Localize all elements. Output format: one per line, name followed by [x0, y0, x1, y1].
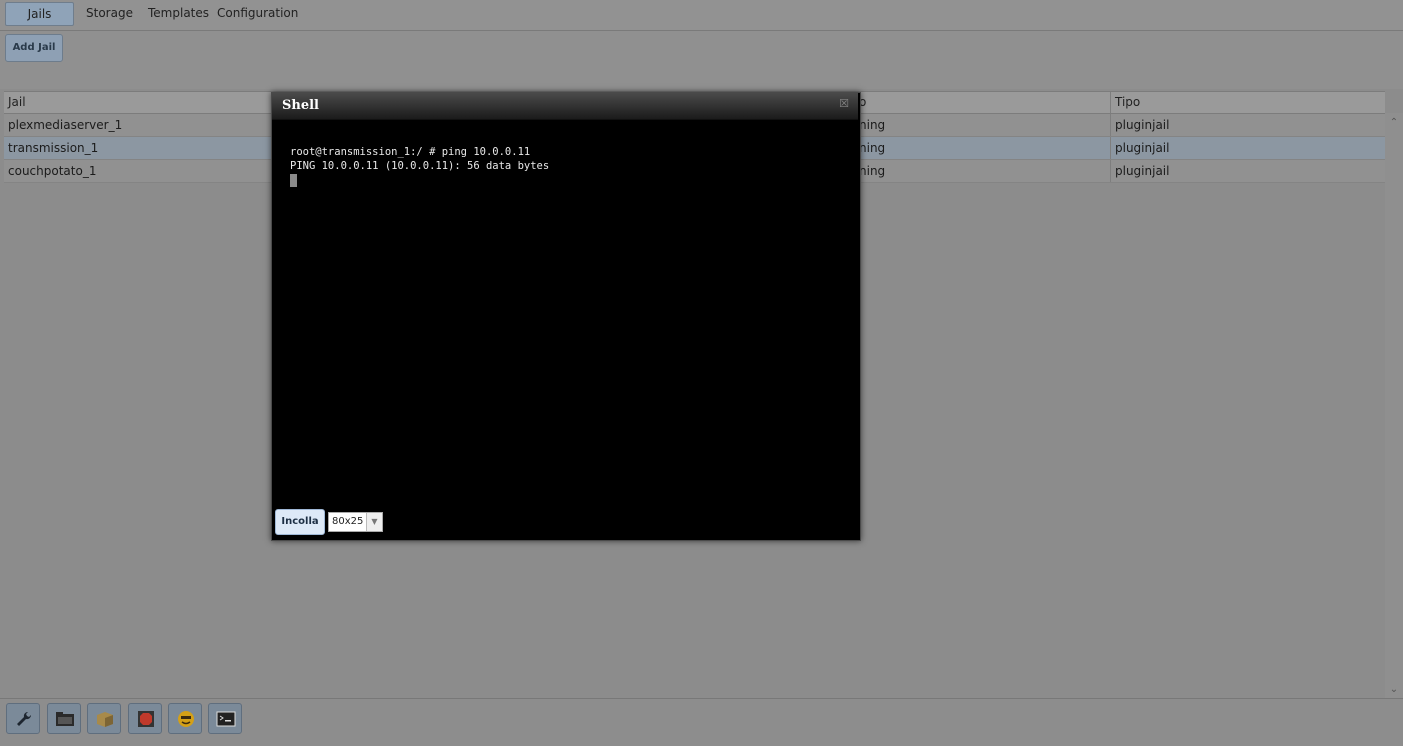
package-icon[interactable] [87, 703, 121, 734]
tab-configuration[interactable]: Configuration [217, 2, 298, 24]
type-cell: pluginjail [1110, 114, 1385, 136]
terminal-line: root@transmission_1:/ # ping 10.0.0.11 [290, 146, 531, 158]
terminal-size-value: 80x25 [332, 516, 364, 527]
terminal-cursor-line [290, 173, 840, 187]
status-cell: ning [854, 114, 1110, 136]
status-cell: ning [854, 137, 1110, 159]
face-icon[interactable] [168, 703, 202, 734]
shell-dialog-title: Shell [282, 98, 319, 113]
scroll-up-icon[interactable]: ⌃ [1388, 117, 1400, 129]
wrench-icon[interactable] [6, 703, 40, 734]
jails-toolbar: Add Jail [0, 31, 1403, 89]
grid-scrollbar[interactable]: ⌃ ⌄ [1385, 113, 1403, 698]
terminal-size-select[interactable]: 80x25 ▼ [328, 512, 383, 532]
jail-actions-bar [0, 698, 1403, 746]
shell-dialog-titlebar[interactable]: Shell ☒ [272, 93, 858, 120]
chevron-down-icon[interactable]: ▼ [366, 513, 382, 531]
status-cell: ning [854, 160, 1110, 182]
cursor [290, 173, 297, 187]
column-header-jail[interactable]: Jail [4, 92, 272, 113]
terminal-output[interactable]: root@transmission_1:/ # ping 10.0.0.11 PI… [290, 145, 840, 187]
type-cell: pluginjail [1110, 137, 1385, 159]
paste-button[interactable]: Incolla [275, 509, 325, 535]
folder-icon[interactable] [47, 703, 81, 734]
close-icon[interactable]: ☒ [838, 98, 850, 110]
scroll-down-icon[interactable]: ⌄ [1388, 684, 1400, 696]
terminal-line: PING 10.0.0.11 (10.0.0.11): 56 data byte… [290, 160, 550, 172]
jail-name-cell: transmission_1 [8, 141, 99, 155]
jail-name-cell: couchpotato_1 [8, 164, 97, 178]
add-jail-button[interactable]: Add Jail [5, 34, 63, 62]
tab-jails[interactable]: Jails [5, 2, 74, 26]
tab-storage[interactable]: Storage [86, 2, 133, 24]
tab-templates[interactable]: Templates [148, 2, 209, 24]
shell-dialog: Shell ☒ root@transmission_1:/ # ping 10.… [271, 92, 861, 541]
top-tab-bar: Jails Storage Templates Configuration [0, 0, 1403, 31]
column-header-status[interactable]: o [854, 92, 1110, 113]
jail-name-cell: plexmediaserver_1 [8, 118, 123, 132]
column-header-type[interactable]: Tipo [1110, 92, 1385, 113]
stop-icon[interactable] [128, 703, 162, 734]
terminal-icon[interactable] [208, 703, 242, 734]
type-cell: pluginjail [1110, 160, 1385, 182]
